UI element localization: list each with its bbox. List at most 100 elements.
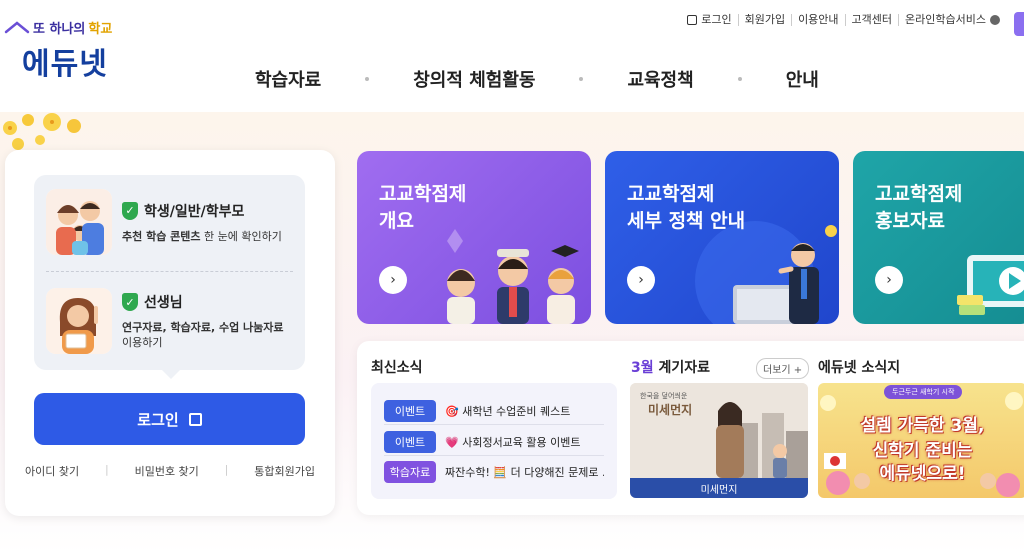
student-desc-rest: 한 눈에 확인하기 — [200, 229, 282, 243]
student-desc-bold: 추천 학습 콘텐츠 — [122, 229, 201, 243]
thumbnail-title: 미세먼지 — [648, 403, 693, 417]
news-tag: 이벤트 — [384, 431, 436, 453]
enter-icon — [188, 412, 202, 426]
nav-education-policy[interactable]: 교육정책 — [627, 66, 693, 92]
card-credit-system-policy[interactable]: 고교학점제세부 정책 안내 › — [605, 151, 839, 324]
nav-separator — [365, 77, 370, 81]
logo-tagline: 또 하나의 학교 — [4, 18, 112, 37]
header: 또 하나의 학교 에듀넷 로그인 회원가입 이용안내 고객센터 온라인학습서비스… — [0, 0, 1024, 112]
thumbnail-subtitle: 한국을 덮어씌운 — [640, 392, 688, 400]
card-title: 고교학점제세부 정책 안내 — [627, 181, 745, 235]
divider — [384, 455, 604, 456]
news-tag: 학습자료 — [384, 461, 436, 483]
teacher-title-label: 선생님 — [144, 295, 183, 311]
family-illustration — [46, 189, 112, 255]
user-type-box: ✓ 학생/일반/학부모 추천 학습 콘텐츠 한 눈에 확인하기 ✓ 선생님 연구… — [34, 175, 305, 379]
chevron-right-icon[interactable]: › — [627, 266, 655, 294]
card-title-line2: 세부 정책 안내 — [627, 210, 746, 232]
nav-guide[interactable]: 안내 — [786, 66, 819, 92]
newsletter-line3: 에듀넷으로! — [879, 464, 966, 484]
student-title: ✓ 학생/일반/학부모 — [122, 201, 282, 221]
monthly-materials-title: 3월 계기자료 — [631, 357, 710, 377]
util-login-link[interactable]: 로그인 — [681, 14, 737, 26]
chevron-right-icon[interactable]: › — [875, 266, 903, 294]
news-tag: 이벤트 — [384, 400, 436, 422]
logo-tagline-accent: 학교 — [88, 22, 113, 37]
teacher-illustration — [46, 288, 112, 354]
util-online-label: 온라인학습서비스 — [905, 13, 986, 26]
link-separator: | — [104, 463, 109, 476]
student-desc: 추천 학습 콘텐츠 한 눈에 확인하기 — [122, 229, 282, 244]
main-nav: 학습자료 창의적 체험활동 교육정책 안내 — [255, 66, 819, 92]
video-screen-illustration — [957, 255, 1024, 315]
month-label: 3월 — [631, 360, 654, 376]
util-online-link[interactable]: 온라인학습서비스 — [898, 14, 1006, 26]
news-item[interactable]: 학습자료 짜잔수학! 🧮 더 다양해진 문제로 ... — [384, 461, 604, 483]
util-login-label: 로그인 — [701, 13, 732, 26]
nav-separator — [737, 77, 742, 81]
util-signup-link[interactable]: 회원가입 — [737, 14, 791, 26]
shield-check-icon: ✓ — [122, 201, 138, 220]
newsletter-thumbnail[interactable]: 두근두근 새학기 시작 설렘 가득한 3월, 신학기 준비는 에듀넷으로! — [818, 383, 1024, 498]
student-entry[interactable]: ✓ 학생/일반/학부모 추천 학습 콘텐츠 한 눈에 확인하기 — [46, 189, 282, 255]
teacher-text: ✓ 선생님 연구자료, 학습자료, 수업 나눔자료이용하기 — [122, 292, 284, 350]
newsletter-line2: 신학기 준비는 — [872, 441, 973, 461]
nav-separator — [579, 77, 584, 81]
news-text-label: 사회정서교육 활용 이벤트 — [462, 436, 581, 449]
side-tab[interactable] — [1014, 12, 1024, 36]
card-title: 고교학점제개요 — [379, 181, 466, 235]
news-item[interactable]: 이벤트 🎯 새학년 수업준비 퀘스트 — [384, 400, 604, 422]
util-guide-link[interactable]: 이용안내 — [791, 14, 844, 26]
integrated-signup-link[interactable]: 통합회원가입 — [254, 463, 315, 479]
nav-creative-activities[interactable]: 창의적 체험활동 — [413, 66, 535, 92]
card-credit-system-promo[interactable]: 고교학점제홍보자료 › — [853, 151, 1024, 324]
card-credit-system-overview[interactable]: 고교학점제개요 › — [357, 151, 591, 324]
house-roof-icon — [4, 20, 30, 36]
news-item[interactable]: 이벤트 💗 사회정서교육 활용 이벤트 — [384, 431, 604, 453]
more-button[interactable]: 더보기 + — [756, 358, 810, 379]
card-title-line2: 홍보자료 — [875, 210, 945, 232]
login-icon — [687, 15, 698, 25]
card-title-line2: 개요 — [379, 210, 414, 232]
login-button-label: 로그인 — [137, 410, 179, 429]
monthly-title-label: 계기자료 — [653, 360, 711, 376]
student-title-label: 학생/일반/학부모 — [144, 203, 245, 220]
chevron-down-icon — [990, 15, 1000, 25]
card-title-line1: 고교학점제 — [627, 183, 715, 205]
target-icon: 🎯 — [445, 405, 459, 418]
news-text: 💗 사회정서교육 활용 이벤트 — [445, 434, 581, 450]
students-illustration — [447, 229, 579, 324]
login-button[interactable]: 로그인 — [34, 393, 305, 445]
util-support-link[interactable]: 고객센터 — [844, 14, 898, 26]
chevron-right-icon[interactable]: › — [379, 266, 407, 294]
teacher-title: ✓ 선생님 — [122, 292, 284, 312]
news-list: 이벤트 🎯 새학년 수업준비 퀘스트 이벤트 💗 사회정서교육 활용 이벤트 학… — [371, 383, 617, 499]
account-links: 아이디 찾기 | 비밀번호 찾기 | 통합회원가입 — [25, 463, 315, 479]
logo-tagline-prefix: 또 하나의 — [33, 22, 86, 37]
shield-check-icon: ✓ — [122, 293, 138, 311]
newsletter-line1: 설렘 가득한 3월, — [860, 416, 985, 436]
news-text-label: 새학년 수업준비 퀘스트 — [462, 405, 571, 418]
thumbnail-caption: 미세먼지 — [630, 478, 808, 498]
news-panel: 최신소식 이벤트 🎯 새학년 수업준비 퀘스트 이벤트 💗 사회정서교육 활용 … — [357, 341, 1024, 515]
logo[interactable]: 또 하나의 학교 에듀넷 — [4, 18, 112, 83]
news-text: 짜잔수학! 🧮 더 다양해진 문제로 ... — [445, 466, 604, 479]
find-password-link[interactable]: 비밀번호 찾기 — [135, 463, 199, 479]
heart-icon: 💗 — [445, 436, 459, 449]
login-panel: ✓ 학생/일반/학부모 추천 학습 콘텐츠 한 눈에 확인하기 ✓ 선생님 연구… — [5, 150, 335, 516]
nav-learning-materials[interactable]: 학습자료 — [255, 66, 321, 92]
teacher-desc-bold: 연구자료, 학습자료, 수업 나눔자료 — [122, 321, 284, 334]
newsletter-title: 에듀넷 소식지 — [818, 360, 901, 376]
card-title: 고교학점제홍보자료 — [875, 181, 962, 235]
card-title-line1: 고교학점제 — [379, 183, 467, 205]
newsletter-ribbon: 두근두근 새학기 시작 — [884, 385, 963, 399]
card-title-line1: 고교학점제 — [875, 183, 963, 205]
divider — [384, 424, 604, 425]
monthly-thumbnail[interactable]: 한국을 덮어씌운 미세먼지 미세먼지 — [630, 383, 808, 498]
teacher-desc: 연구자료, 학습자료, 수업 나눔자료이용하기 — [122, 320, 284, 350]
teacher-desc-rest: 이용하기 — [122, 336, 163, 349]
find-id-link[interactable]: 아이디 찾기 — [25, 463, 79, 479]
latest-news-title: 최신소식 — [371, 360, 423, 376]
utility-nav: 로그인 회원가입 이용안내 고객센터 온라인학습서비스 — [681, 14, 1006, 26]
teacher-entry[interactable]: ✓ 선생님 연구자료, 학습자료, 수업 나눔자료이용하기 — [46, 288, 284, 354]
